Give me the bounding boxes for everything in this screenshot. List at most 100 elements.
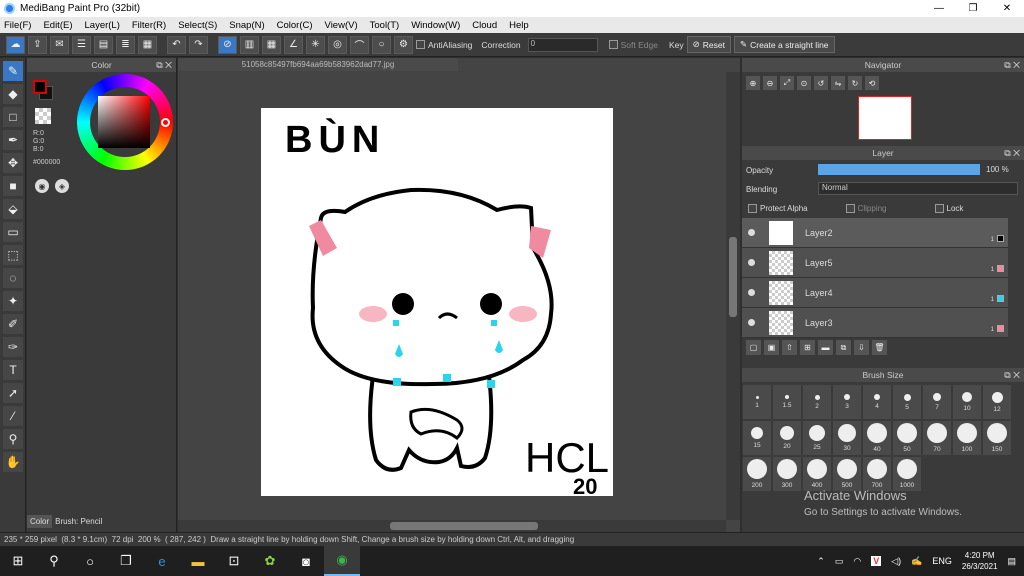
pen-tray-icon[interactable]: ✍ [911, 556, 922, 567]
antialiasing-option[interactable]: AntiAliasing [416, 40, 472, 50]
file-explorer-icon[interactable]: ▬ [180, 546, 216, 576]
select-pen-icon[interactable]: ✐ [3, 314, 23, 334]
reset-view-icon[interactable]: ⟲ [865, 76, 879, 90]
brush-size-cell[interactable]: 400 [802, 456, 832, 492]
pen-tool-icon[interactable]: ✒ [3, 130, 23, 150]
brush-size-cell[interactable]: 12 [982, 384, 1012, 420]
panel-close-icon[interactable]: ⧉ ✕ [156, 60, 172, 71]
horizontal-scrollbar[interactable] [178, 520, 726, 532]
brush-size-cell[interactable]: 20 [772, 420, 802, 456]
clock[interactable]: 4:20 PM 26/3/2021 [962, 550, 998, 572]
protect-alpha-checkbox[interactable] [748, 204, 757, 213]
medibang-taskbar-icon[interactable]: ◉ [324, 546, 360, 576]
brush-size-cell[interactable]: 200 [742, 456, 772, 492]
brush-size-cell[interactable]: 700 [862, 456, 892, 492]
brush-size-cell[interactable]: 25 [802, 420, 832, 456]
brush-size-cell[interactable]: 300 [772, 456, 802, 492]
dot-tool-icon[interactable]: □ [3, 107, 23, 127]
visibility-eye-icon[interactable] [748, 319, 755, 326]
correction-select[interactable]: 0 [527, 37, 598, 52]
magic-wand-icon[interactable]: ✦ [3, 291, 23, 311]
select-eraser-icon[interactable]: ✑ [3, 337, 23, 357]
foreground-color-swatch[interactable] [33, 80, 47, 94]
layer-row[interactable]: Layer5 1 [742, 248, 1008, 278]
zoom-out-icon[interactable]: ⊖ [763, 76, 777, 90]
menu-tool[interactable]: Tool(T) [370, 20, 400, 31]
new-layer-icon[interactable]: ▢ [746, 340, 761, 355]
shape-fill-icon[interactable]: ■ [3, 176, 23, 196]
input-language[interactable]: ENG [932, 556, 952, 566]
menu-help[interactable]: Help [509, 20, 529, 31]
eraser-tool-icon[interactable]: ◆ [3, 84, 23, 104]
parallel-snap-icon[interactable]: ▥ [240, 35, 259, 54]
actual-size-icon[interactable]: ⊙ [797, 76, 811, 90]
fit-icon[interactable]: ⤢ [780, 76, 794, 90]
soft-edge-option[interactable]: Soft Edge [608, 40, 658, 50]
brush-size-cell[interactable]: 50 [892, 420, 922, 456]
menu-color[interactable]: Color(C) [277, 20, 313, 31]
layer-close-icon[interactable]: ⧉ ✕ [1004, 148, 1020, 159]
operation-tool-icon[interactable]: ➚ [3, 383, 23, 403]
grid-snap-icon[interactable]: ▦ [262, 35, 281, 54]
palette-add-icon[interactable]: ◈ [55, 179, 69, 193]
visibility-eye-icon[interactable] [748, 229, 755, 236]
tab-brush[interactable]: Brush: Pencil [52, 515, 105, 528]
bucket-tool-icon[interactable]: ⬙ [3, 199, 23, 219]
canvas[interactable]: BÙN HCL 20 [261, 108, 613, 499]
brush-size-cell[interactable]: 500 [832, 456, 862, 492]
visibility-eye-icon[interactable] [748, 259, 755, 266]
document-icon[interactable]: ▤ [94, 35, 113, 54]
lock-checkbox[interactable] [934, 204, 944, 213]
brush-size-cell[interactable]: 150 [982, 420, 1012, 456]
lasso-tool-icon[interactable]: ◌ [3, 268, 23, 288]
add-layer-menu-icon[interactable]: ⊞ [800, 340, 815, 355]
vertical-scrollbar[interactable] [726, 72, 740, 520]
duplicate-layer-icon[interactable]: ⧉ [836, 340, 851, 355]
visibility-eye-icon[interactable] [748, 289, 755, 296]
ellipse-snap-icon[interactable]: ○ [372, 35, 391, 54]
share-icon[interactable]: ⇪ [28, 35, 47, 54]
horizontal-scroll-thumb[interactable] [390, 522, 538, 530]
brush-size-cell[interactable]: 40 [862, 420, 892, 456]
folder-icon[interactable]: ▬ [818, 340, 833, 355]
radial-snap-icon[interactable]: ✳ [306, 35, 325, 54]
brush-size-cell[interactable]: 30 [832, 420, 862, 456]
snap-off-icon[interactable]: ⊘ [218, 35, 237, 54]
document-tab[interactable]: 51058c85497fb694aa69b583962dad77.jpg [178, 58, 458, 71]
brush-size-cell[interactable]: 3 [832, 384, 862, 420]
text-tool-icon[interactable]: T [3, 360, 23, 380]
windows-start-icon[interactable]: ⊞ [0, 546, 36, 576]
soft-edge-checkbox[interactable] [608, 40, 618, 49]
vertical-scroll-thumb[interactable] [729, 237, 737, 317]
battery-icon[interactable]: ▭ [835, 556, 844, 567]
tab-color[interactable]: Color [27, 515, 53, 528]
notification-icon[interactable]: ▤ [1007, 556, 1016, 567]
minimize-button[interactable]: — [922, 0, 956, 17]
navigator-close-icon[interactable]: ⧉ ✕ [1004, 60, 1020, 71]
antialiasing-checkbox[interactable] [416, 40, 425, 49]
brush-size-cell[interactable]: 1.5 [772, 384, 802, 420]
clipping-checkbox[interactable] [845, 204, 855, 213]
chat-icon[interactable]: ☰ [72, 35, 91, 54]
chevron-up-icon[interactable]: ⌃ [817, 556, 825, 567]
blending-select[interactable]: Normal [818, 182, 1018, 195]
rotate-left-icon[interactable]: ↺ [814, 76, 828, 90]
restore-button[interactable]: ❐ [956, 0, 990, 17]
delete-layer-icon[interactable]: 🗑 [872, 340, 887, 355]
hue-marker[interactable] [161, 118, 170, 127]
brush-size-cell[interactable]: 15 [742, 420, 772, 456]
cloud-icon[interactable]: ☁ [6, 35, 25, 54]
brush-size-cell[interactable]: 10 [952, 384, 982, 420]
volume-icon[interactable]: ◁) [891, 556, 901, 567]
brush-size-close-icon[interactable]: ⧉ ✕ [1004, 370, 1020, 381]
menu-select[interactable]: Select(S) [178, 20, 217, 31]
list-icon[interactable]: ≣ [116, 35, 135, 54]
opacity-slider[interactable] [818, 164, 980, 175]
task-view-icon[interactable]: ❐ [108, 546, 144, 576]
brush-size-cell[interactable]: 100 [952, 420, 982, 456]
transparent-swatch[interactable] [35, 108, 51, 124]
brush-size-cell[interactable]: 7 [922, 384, 952, 420]
paint-app-icon[interactable]: ✿ [252, 546, 288, 576]
layer-row[interactable]: Layer2 1 [742, 218, 1008, 248]
store-icon[interactable]: ⊡ [216, 546, 252, 576]
